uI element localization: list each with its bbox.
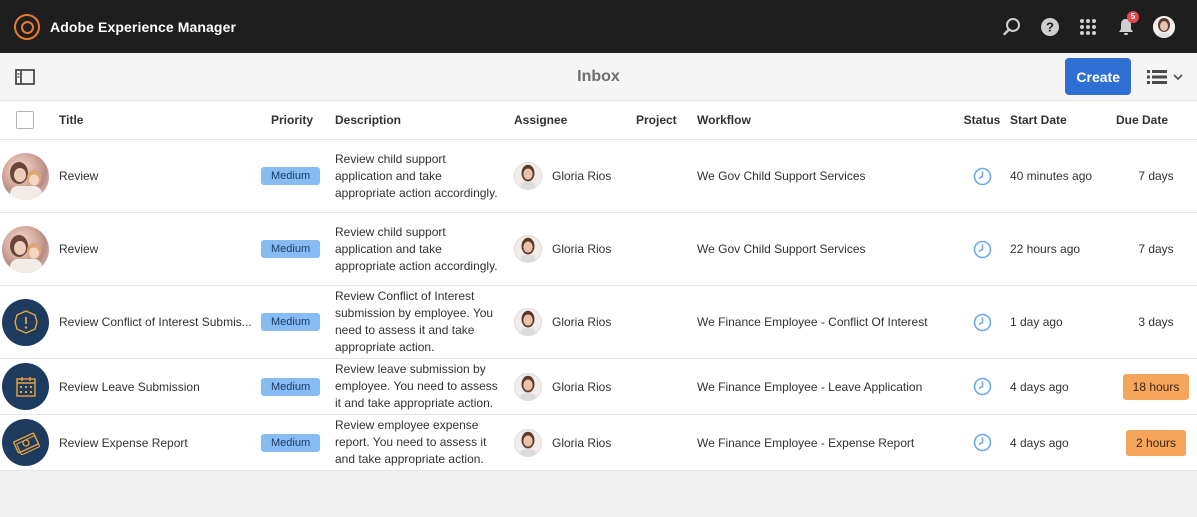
task-workflow: We Gov Child Support Services [697,242,866,256]
task-description: Review child support application and tak… [335,224,498,273]
task-thumbnail-photo[interactable] [2,152,49,200]
column-header-description[interactable]: Description [335,112,514,129]
task-description: Review employee expense report. You need… [335,418,487,466]
priority-badge: Medium [261,433,321,452]
task-thumbnail-calendar[interactable] [2,363,49,410]
assignee-avatar [514,372,542,401]
task-due-date: 7 days [1138,169,1174,183]
select-all-checkbox[interactable] [16,111,34,129]
task-description: Review leave submission by employee. You… [335,362,498,410]
task-due-date-urgent: 2 hours [1125,429,1187,456]
status-clock-icon [954,240,1010,259]
status-clock-icon [954,433,1010,452]
task-start-date: 4 days ago [1010,435,1069,450]
column-header-workflow[interactable]: Workflow [697,113,954,127]
assignee-name: Gloria Rios [552,315,612,329]
table-row[interactable]: Review Conflict of Interest Submis... Me… [0,286,1197,359]
assignee-avatar [514,308,542,336]
table-header: Title Priority Description Assignee Proj… [0,101,1197,140]
task-workflow: We Finance Employee - Expense Report [697,435,915,450]
priority-badge: Medium [261,240,321,258]
assignee-avatar [514,162,542,190]
task-start-date: 22 hours ago [1010,242,1081,256]
action-bar: Inbox Create [0,53,1197,101]
status-clock-icon [954,167,1010,186]
shell-header: Adobe Experience Manager ? 5 [0,0,1197,53]
assignee-name: Gloria Rios [552,242,612,256]
list-view-icon [1147,69,1167,84]
task-start-date: 40 minutes ago [1010,169,1093,183]
task-thumbnail-money[interactable] [2,419,49,466]
task-due-date: 3 days [1138,315,1174,329]
status-clock-icon [954,377,1010,396]
shell-actions: ? 5 [993,7,1183,47]
column-header-title[interactable]: Title [59,113,260,127]
action-bar-right: Create [1065,58,1183,95]
aem-logo-icon[interactable] [14,13,40,40]
task-description: Review child support application and tak… [335,151,498,200]
assignee-name: Gloria Rios [552,169,612,183]
task-title[interactable]: Review Expense Report [59,436,260,450]
inbox-table: Title Priority Description Assignee Proj… [0,101,1197,471]
task-title[interactable]: Review [59,242,260,256]
page-title: Inbox [577,67,620,85]
task-thumbnail-alert[interactable] [2,298,49,346]
task-workflow: We Finance Employee - Conflict Of Intere… [697,315,928,329]
app-title[interactable]: Adobe Experience Manager [50,19,236,35]
priority-badge: Medium [261,313,321,331]
task-title[interactable]: Review [59,169,260,183]
table-row[interactable]: Review Leave Submission Medium Review le… [0,359,1197,415]
task-description: Review Conflict of Interest submission b… [335,289,494,354]
rail-toggle-icon[interactable] [14,66,36,88]
priority-badge: Medium [261,167,321,185]
assignee-avatar [514,235,542,263]
column-header-assignee[interactable]: Assignee [514,113,636,127]
help-icon[interactable]: ? [1031,7,1069,47]
calendar-icon [15,376,36,397]
task-start-date: 1 day ago [1010,315,1063,329]
chevron-down-icon [1173,73,1183,80]
task-start-date: 4 days ago [1010,379,1069,394]
alert-icon [13,310,38,334]
apps-grid-icon[interactable] [1069,7,1107,47]
status-clock-icon [954,313,1010,332]
task-workflow: We Finance Employee - Leave Application [697,379,923,394]
empty-list-area [0,471,1197,517]
task-due-date-urgent: 18 hours [1122,373,1190,400]
task-workflow: We Gov Child Support Services [697,169,866,183]
money-icon [12,432,40,455]
column-header-start-date[interactable]: Start Date [1010,113,1116,127]
task-title[interactable]: Review Conflict of Interest Submis... [59,315,260,329]
table-row[interactable]: Review Medium Review child support appli… [0,140,1197,213]
assignee-avatar [514,428,542,457]
user-avatar [1153,15,1175,38]
column-header-project[interactable]: Project [636,113,697,127]
priority-badge: Medium [261,377,321,396]
task-title[interactable]: Review Leave Submission [59,380,260,394]
svg-text:?: ? [1046,19,1054,34]
column-header-due-date[interactable]: Due Date [1116,113,1196,127]
table-row[interactable]: Review Expense Report Medium Review empl… [0,415,1197,471]
column-header-status[interactable]: Status [954,113,1010,127]
assignee-name: Gloria Rios [552,379,612,394]
task-due-date: 7 days [1138,242,1174,256]
view-switcher[interactable] [1147,69,1183,85]
column-header-priority[interactable]: Priority [260,113,335,127]
table-row[interactable]: Review Medium Review child support appli… [0,213,1197,286]
notification-count-badge: 5 [1127,10,1139,23]
task-thumbnail-photo[interactable] [2,225,49,273]
search-icon[interactable] [993,7,1031,47]
create-button[interactable]: Create [1065,58,1131,95]
user-profile-button[interactable] [1145,7,1183,47]
notifications-bell-icon[interactable]: 5 [1107,7,1145,47]
assignee-name: Gloria Rios [552,435,612,450]
